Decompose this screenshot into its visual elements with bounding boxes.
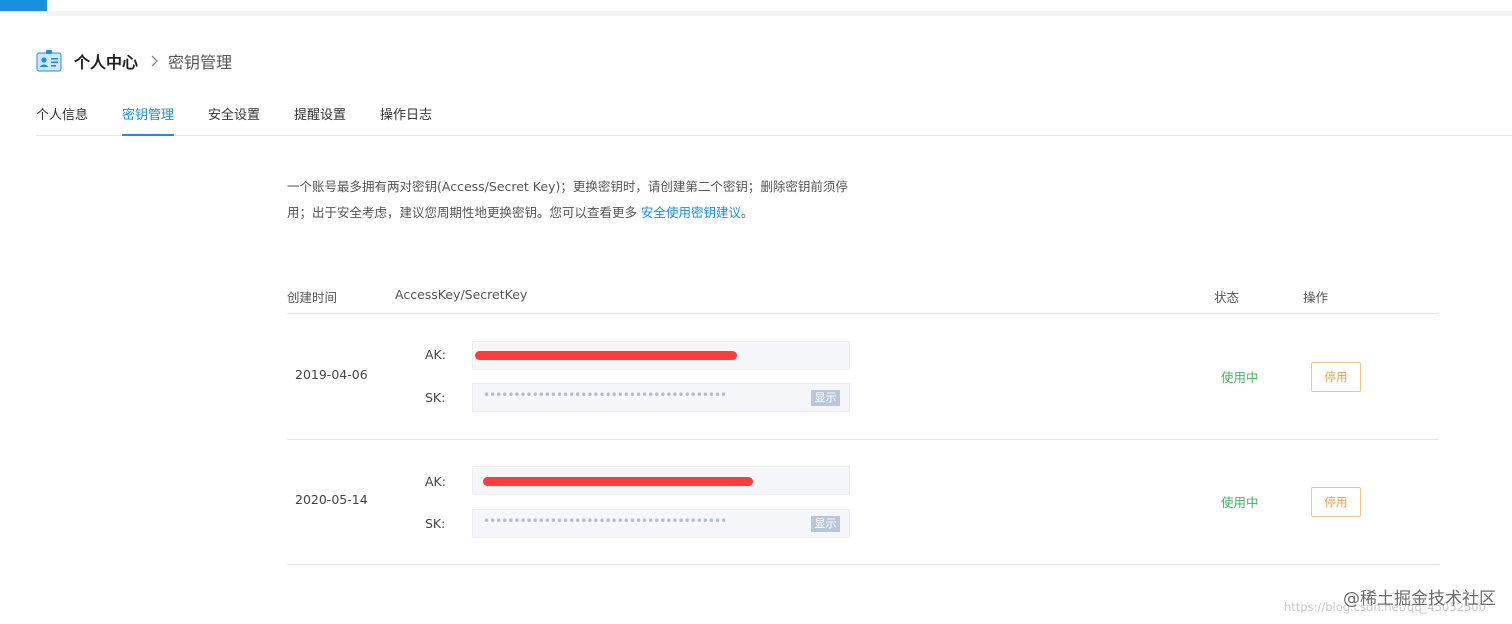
secret-key-mask: •••••••••••••••••••••••••••••••••••••••• (483, 514, 727, 528)
id-card-icon (36, 50, 62, 72)
ak-label: AK: (425, 474, 446, 489)
tab-personal-info[interactable]: 个人信息 (36, 104, 88, 136)
secret-key-mask: •••••••••••••••••••••••••••••••••••••••• (483, 388, 727, 402)
table-row: 2019-04-06 AK: SK: •••••••••••••••••••••… (287, 314, 1439, 440)
created-date: 2019-04-06 (295, 367, 368, 382)
description-text-1: 一个账号最多拥有两对密钥(Access/Secret Key)；更换密钥时，请创… (287, 179, 848, 194)
disable-key-button[interactable]: 停用 (1311, 487, 1361, 517)
show-secret-button[interactable]: 显示 (811, 390, 840, 406)
column-action: 操作 (1303, 290, 1329, 305)
description-text-end: 。 (741, 205, 754, 220)
page-subtitle: 密钥管理 (168, 53, 233, 72)
watermark: @稀土掘金技术社区 (1343, 589, 1496, 609)
created-date: 2020-05-14 (295, 492, 368, 507)
table-row: 2020-05-14 AK: SK: •••••••••••••••••••••… (287, 439, 1439, 565)
page-title: 个人中心 (74, 53, 139, 72)
security-advice-link[interactable]: 安全使用密钥建议 (641, 205, 741, 220)
disable-key-button[interactable]: 停用 (1311, 362, 1361, 392)
ak-label: AK: (425, 347, 446, 362)
redaction-mark (483, 477, 753, 486)
key-description: 一个账号最多拥有两对密钥(Access/Secret Key)；更换密钥时，请创… (287, 174, 867, 226)
secret-key-field[interactable]: ••••••••••••••••••••••••••••••••••••••••… (472, 383, 850, 412)
access-key-field[interactable] (472, 341, 850, 370)
top-bar (0, 0, 1512, 16)
column-keys: AccessKey/SecretKey (395, 287, 528, 302)
top-bar-accent (0, 0, 47, 11)
tab-reminder-settings[interactable]: 提醒设置 (294, 104, 346, 136)
show-secret-button[interactable]: 显示 (811, 516, 840, 532)
secret-key-field[interactable]: ••••••••••••••••••••••••••••••••••••••••… (472, 509, 850, 538)
column-created: 创建时间 (287, 290, 338, 305)
tab-key-management[interactable]: 密钥管理 (122, 104, 175, 136)
redaction-mark (475, 351, 737, 360)
page-header: 个人中心 密钥管理 (36, 48, 232, 74)
table-header: 创建时间 AccessKey/SecretKey 状态 操作 (287, 282, 1439, 314)
column-status: 状态 (1214, 290, 1240, 305)
sk-label: SK: (425, 516, 446, 531)
chevron-right-icon (151, 55, 158, 67)
sk-label: SK: (425, 390, 446, 405)
tab-bar: 个人信息 密钥管理 安全设置 提醒设置 操作日志 (36, 96, 1512, 136)
status-badge: 使用中 (1221, 495, 1259, 510)
status-badge: 使用中 (1221, 370, 1259, 385)
access-key-field[interactable] (472, 466, 850, 495)
top-bar-line (47, 11, 1512, 16)
description-text-2: 用；出于安全考虑，建议您周期性地更换密钥。您可以查看更多 (287, 205, 641, 220)
tab-security-settings[interactable]: 安全设置 (208, 104, 260, 136)
tab-operation-log[interactable]: 操作日志 (380, 104, 432, 136)
